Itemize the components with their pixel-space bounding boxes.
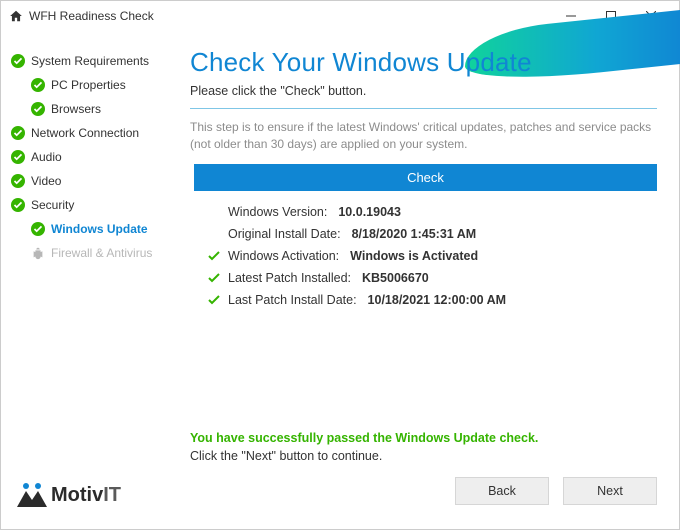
sidebar-item-windows-update[interactable]: Windows Update	[9, 217, 182, 241]
sidebar-item-label: PC Properties	[51, 78, 126, 92]
home-icon	[9, 9, 23, 23]
step-description: This step is to ensure if the latest Win…	[190, 119, 657, 154]
checkmark-circle-icon	[11, 174, 25, 188]
sidebar-item-pc-properties[interactable]: PC Properties	[9, 73, 182, 97]
page-title: Check Your Windows Update	[190, 47, 657, 78]
window-title: WFH Readiness Check	[29, 9, 154, 23]
result-value: 10.0.19043	[338, 205, 401, 219]
checkmark-circle-icon	[11, 126, 25, 140]
sidebar-item-label: System Requirements	[31, 54, 149, 68]
sidebar-item-label: Network Connection	[31, 126, 139, 140]
sidebar: System Requirements PC Properties Browse…	[1, 31, 186, 529]
logo-icon	[15, 481, 49, 509]
pass-message: You have successfully passed the Windows…	[190, 431, 657, 445]
sidebar-item-label: Video	[31, 174, 61, 188]
sidebar-item-label: Audio	[31, 150, 62, 164]
result-label: Latest Patch Installed:	[228, 271, 351, 285]
divider	[190, 108, 657, 109]
result-label: Windows Version:	[228, 205, 327, 219]
checkmark-circle-icon	[11, 150, 25, 164]
sidebar-item-label: Windows Update	[51, 222, 148, 236]
next-instruction: Click the "Next" button to continue.	[190, 449, 657, 463]
result-value: 8/18/2020 1:45:31 AM	[352, 227, 477, 241]
lead-text: Please click the "Check" button.	[190, 84, 657, 98]
sidebar-item-label: Browsers	[51, 102, 101, 116]
checkmark-circle-icon	[31, 102, 45, 116]
logo-text: MotivIT	[51, 484, 121, 507]
result-value: KB5006670	[362, 271, 429, 285]
result-row: Latest Patch Installed: KB5006670	[208, 267, 657, 289]
checkmark-icon	[208, 272, 220, 284]
sidebar-item-firewall-antivirus: Firewall & Antivirus	[9, 241, 182, 265]
checkmark-circle-icon	[11, 54, 25, 68]
sidebar-item-network-connection[interactable]: Network Connection	[9, 121, 182, 145]
result-row: Last Patch Install Date: 10/18/2021 12:0…	[208, 289, 657, 311]
checkmark-icon	[208, 294, 220, 306]
sidebar-item-label: Security	[31, 198, 74, 212]
result-value: 10/18/2021 12:00:00 AM	[368, 293, 507, 307]
footer-buttons: Back Next	[190, 463, 657, 519]
result-label: Original Install Date:	[228, 227, 341, 241]
checkmark-icon	[208, 250, 220, 262]
results-list: Windows Version: 10.0.19043 Original Ins…	[208, 201, 657, 311]
sidebar-item-browsers[interactable]: Browsers	[9, 97, 182, 121]
sidebar-item-security[interactable]: Security	[9, 193, 182, 217]
result-row: Windows Version: 10.0.19043	[208, 201, 657, 223]
checkmark-circle-icon	[31, 78, 45, 92]
sidebar-nav: System Requirements PC Properties Browse…	[9, 49, 182, 265]
bug-icon	[31, 246, 45, 260]
checkmark-circle-icon	[31, 222, 45, 236]
sidebar-item-video[interactable]: Video	[9, 169, 182, 193]
check-button[interactable]: Check	[194, 164, 657, 191]
sidebar-item-label: Firewall & Antivirus	[51, 246, 152, 260]
next-button[interactable]: Next	[563, 477, 657, 505]
result-value: Windows is Activated	[350, 249, 478, 263]
result-label: Last Patch Install Date:	[228, 293, 357, 307]
main-panel: Check Your Windows Update Please click t…	[186, 31, 679, 529]
sidebar-item-system-requirements[interactable]: System Requirements	[9, 49, 182, 73]
result-row: Original Install Date: 8/18/2020 1:45:31…	[208, 223, 657, 245]
result-row: Windows Activation: Windows is Activated	[208, 245, 657, 267]
logo: MotivIT	[9, 471, 182, 523]
checkmark-circle-icon	[11, 198, 25, 212]
result-label: Windows Activation:	[228, 249, 339, 263]
sidebar-item-audio[interactable]: Audio	[9, 145, 182, 169]
back-button[interactable]: Back	[455, 477, 549, 505]
pass-message-block: You have successfully passed the Windows…	[190, 415, 657, 463]
